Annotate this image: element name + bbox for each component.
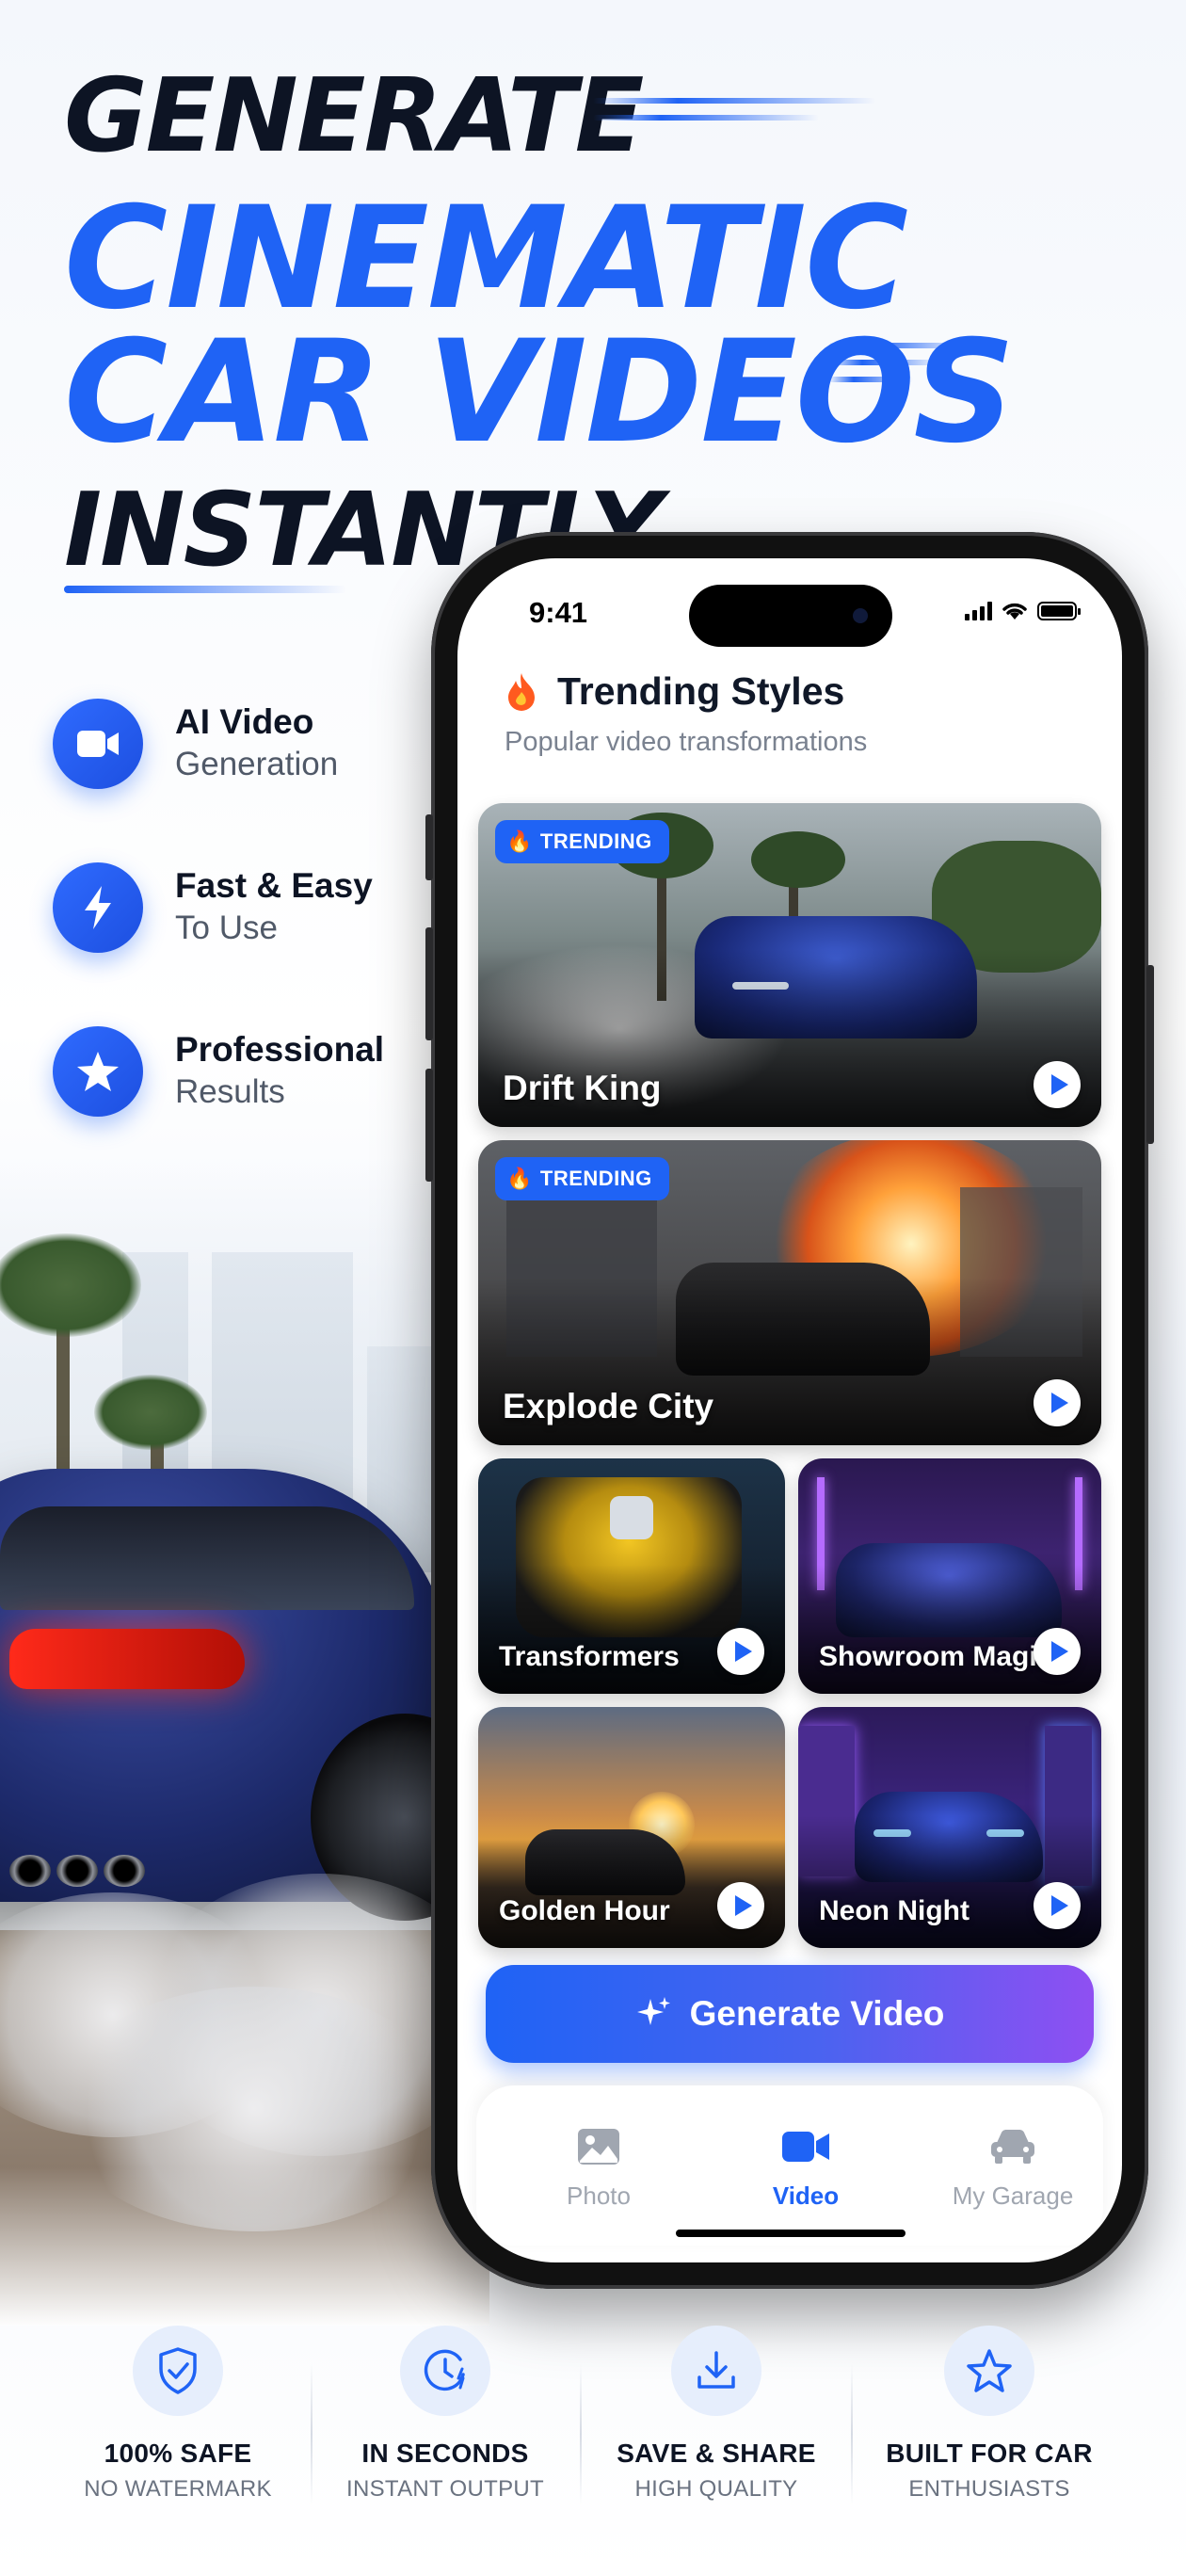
star-icon [53, 1026, 143, 1117]
star-outline-icon [944, 2326, 1034, 2416]
tab-label: Video [772, 2182, 840, 2210]
headline: GENERATE CINEMATIC CAR VIDEOS INSTANTLY [64, 66, 1015, 582]
wifi-icon [1002, 603, 1027, 620]
play-icon[interactable] [717, 1628, 764, 1675]
tab-label: My Garage [952, 2182, 1074, 2210]
style-card-label: Showroom Magic [819, 1641, 1053, 1672]
play-icon[interactable] [1034, 1628, 1081, 1675]
feature-subtitle: To Use [175, 910, 278, 947]
section-title: Trending Styles [557, 669, 845, 713]
tab-my-garage[interactable]: My Garage [909, 2123, 1116, 2211]
shield-check-icon [133, 2326, 223, 2416]
badge-built-for-car: BUILT FOR CAR ENTHUSIASTS [853, 2326, 1126, 2503]
style-card-label: Neon Night [819, 1895, 970, 1926]
play-icon[interactable] [1034, 1379, 1081, 1426]
badge-safe: 100% SAFE NO WATERMARK [41, 2326, 314, 2503]
section-subtitle: Popular video transformations [505, 727, 868, 757]
badge-title: BUILT FOR CAR [886, 2439, 1093, 2468]
phone-mockup: 9:41 Trending Styles Popular video trans… [425, 532, 1154, 2289]
style-card-label: Explode City [503, 1387, 714, 1425]
car-icon [909, 2123, 1116, 2170]
style-card-explode-city[interactable]: 🔥 TRENDING Explode City [478, 1140, 1101, 1445]
play-icon[interactable] [717, 1882, 764, 1929]
image-icon [495, 2123, 702, 2170]
style-card-neon-night[interactable]: Neon Night [798, 1707, 1101, 1948]
style-card-label: Golden Hour [499, 1895, 670, 1926]
style-card-golden-hour[interactable]: Golden Hour [478, 1707, 785, 1948]
speed-lines-mid [828, 343, 970, 394]
trending-badge: 🔥 TRENDING [495, 820, 669, 863]
feature-ai-video: AI Video Generation [53, 697, 384, 791]
lightning-icon [53, 862, 143, 953]
badge-title: IN SECONDS [361, 2439, 529, 2468]
sparkle-icon [636, 1997, 670, 2025]
section-header: Trending Styles Popular video transforma… [505, 669, 867, 758]
badge-subtitle: INSTANT OUTPUT [346, 2476, 544, 2502]
bottom-badges: 100% SAFE NO WATERMARK IN SECONDS INSTAN… [0, 2326, 1186, 2542]
fire-icon [508, 672, 535, 711]
status-icons [965, 602, 1081, 620]
signal-icon [965, 602, 992, 620]
feature-subtitle: Results [175, 1073, 285, 1111]
headline-underline [64, 586, 346, 593]
home-indicator [676, 2230, 906, 2237]
tab-bar: Photo Video My Garage [476, 2085, 1103, 2246]
headline-line-3: CAR VIDEOS [64, 311, 1015, 475]
feature-fast-easy: Fast & Easy To Use [53, 861, 384, 955]
tab-photo[interactable]: Photo [495, 2123, 702, 2211]
style-card-label: Drift King [503, 1069, 662, 1107]
style-card-showroom-magic[interactable]: Showroom Magic [798, 1458, 1101, 1694]
trending-badge: 🔥 TRENDING [495, 1157, 669, 1200]
play-icon[interactable] [1034, 1061, 1081, 1108]
timer-icon [400, 2326, 490, 2416]
style-card-drift-king[interactable]: 🔥 TRENDING Drift King [478, 803, 1101, 1127]
video-camera-icon [53, 699, 143, 789]
feature-list: AI Video Generation Fast & Easy To Use P… [53, 697, 384, 1188]
feature-title: AI Video [175, 702, 314, 742]
tab-video[interactable]: Video [702, 2123, 909, 2211]
style-card-label: Transformers [499, 1641, 680, 1672]
video-camera-icon [702, 2123, 909, 2170]
status-bar: 9:41 [457, 558, 1122, 662]
generate-video-label: Generate Video [689, 1994, 945, 2033]
feature-title: Professional [175, 1030, 385, 1070]
download-icon [671, 2326, 761, 2416]
badge-title: 100% SAFE [104, 2439, 252, 2468]
style-card-transformers[interactable]: Transformers [478, 1458, 785, 1694]
badge-title: SAVE & SHARE [617, 2439, 816, 2468]
speed-lines-top [593, 98, 875, 132]
battery-icon [1037, 602, 1081, 620]
tab-label: Photo [567, 2182, 631, 2210]
badge-subtitle: HIGH QUALITY [634, 2476, 798, 2502]
play-icon[interactable] [1034, 1882, 1081, 1929]
phone-screen: 9:41 Trending Styles Popular video trans… [457, 558, 1122, 2262]
dynamic-island [689, 585, 892, 647]
badge-seconds: IN SECONDS INSTANT OUTPUT [309, 2326, 582, 2503]
badge-save-share: SAVE & SHARE HIGH QUALITY [580, 2326, 853, 2503]
feature-title: Fast & Easy [175, 866, 373, 906]
badge-subtitle: NO WATERMARK [84, 2476, 272, 2502]
feature-professional: Professional Results [53, 1024, 384, 1119]
feature-subtitle: Generation [175, 746, 339, 783]
headline-line-2: CINEMATIC [64, 177, 908, 341]
status-time: 9:41 [529, 596, 588, 629]
badge-subtitle: ENTHUSIASTS [908, 2476, 1070, 2502]
background-car-image [0, 1158, 489, 2326]
generate-video-button[interactable]: Generate Video [486, 1965, 1094, 2063]
